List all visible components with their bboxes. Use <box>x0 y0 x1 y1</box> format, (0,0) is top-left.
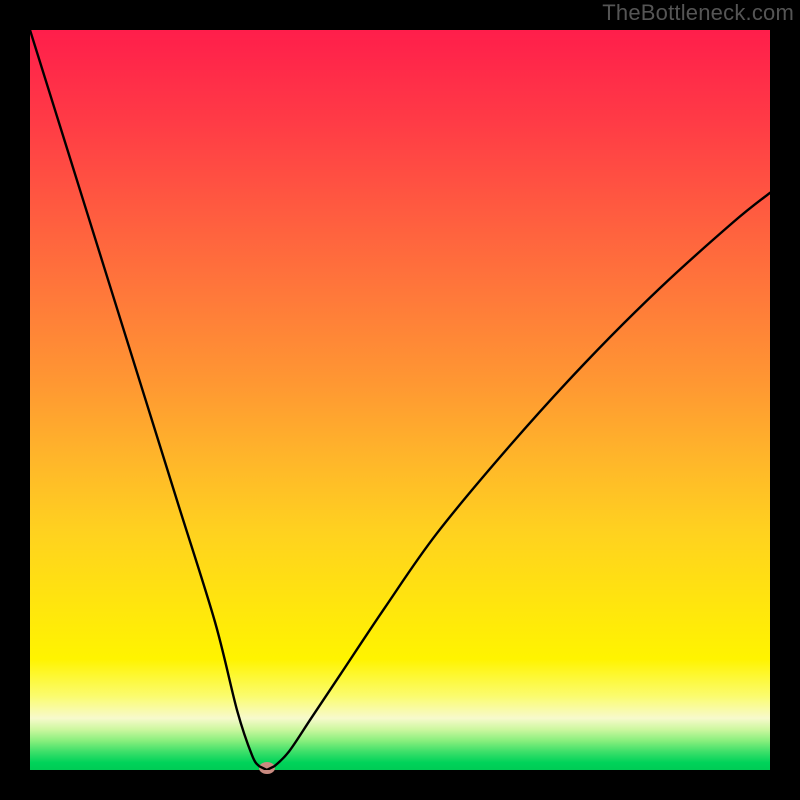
bottleneck-curve <box>30 30 770 770</box>
plot-area <box>30 30 770 770</box>
chart-frame: TheBottleneck.com <box>0 0 800 800</box>
minimum-marker <box>259 762 275 774</box>
curve-svg <box>30 30 770 770</box>
watermark-text: TheBottleneck.com <box>602 0 794 26</box>
